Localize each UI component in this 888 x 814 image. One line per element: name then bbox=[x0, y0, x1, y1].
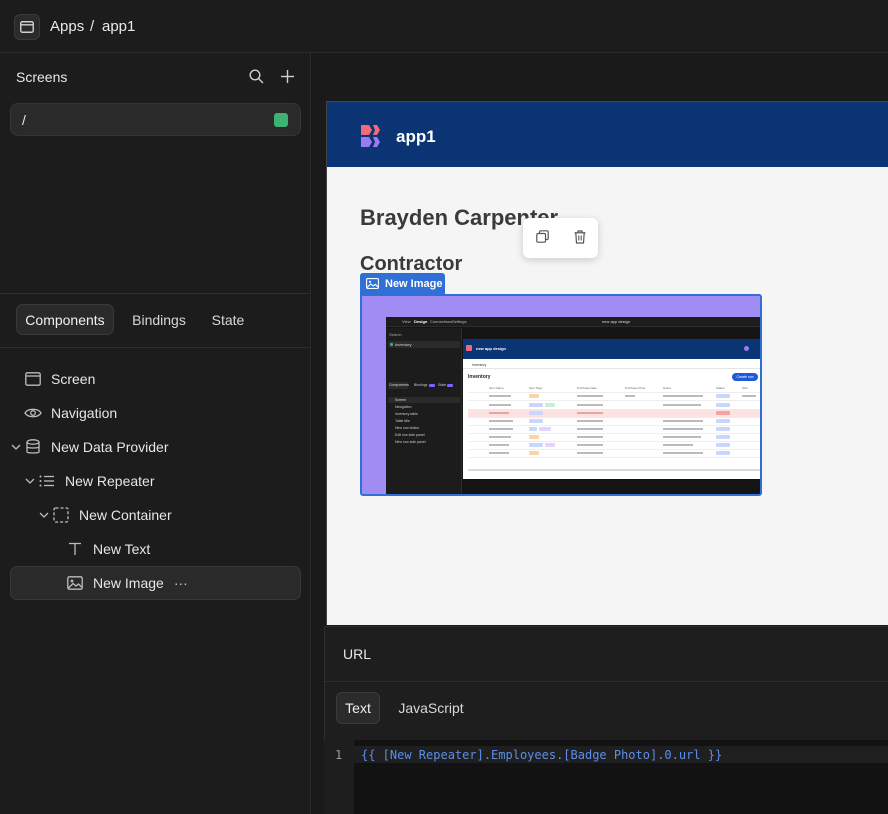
tree-item-label: New Image bbox=[93, 575, 164, 591]
mini-tab-state: State bbox=[438, 383, 447, 387]
mini-column-header: Status bbox=[716, 386, 725, 390]
trash-icon bbox=[574, 229, 585, 244]
mini-column-header: Purchase Price bbox=[625, 386, 646, 390]
mini-tab-connections: Connections bbox=[430, 319, 453, 324]
tree-item-label: New Text bbox=[93, 541, 151, 557]
tree-item-screen[interactable]: Screen bbox=[24, 362, 95, 396]
mini-column-header: Item Name bbox=[489, 386, 504, 390]
mini-tab-view: View bbox=[402, 319, 411, 324]
mini-tree-item: Inventory table bbox=[395, 412, 418, 416]
mini-tree-item: New row button bbox=[395, 426, 420, 430]
mini-tab-bindings: Bindings bbox=[414, 383, 428, 387]
tree-item-repeater[interactable]: New Repeater bbox=[24, 464, 155, 498]
tab-javascript-mode[interactable]: JavaScript bbox=[390, 692, 472, 724]
tree-item-label: New Container bbox=[79, 507, 172, 523]
mini-create-row-button: Create row bbox=[732, 373, 758, 381]
property-label-url: URL bbox=[343, 646, 372, 662]
tree-item-navigation[interactable]: Navigation bbox=[24, 396, 117, 430]
mini-app-title: new app design bbox=[476, 346, 507, 351]
delete-button[interactable] bbox=[574, 229, 586, 247]
tree-item-text[interactable]: New Text bbox=[66, 532, 150, 566]
mini-column-header: Item Tags bbox=[529, 386, 542, 390]
plus-icon bbox=[280, 69, 294, 83]
screen-icon bbox=[25, 372, 41, 386]
selected-component-label: New Image bbox=[360, 273, 445, 294]
chevron-down-icon[interactable] bbox=[24, 475, 36, 487]
tab-bindings[interactable]: Bindings bbox=[124, 304, 194, 335]
list-icon bbox=[39, 475, 54, 487]
tab-state[interactable]: State bbox=[204, 304, 252, 335]
mini-tree-item: Table title bbox=[395, 419, 410, 423]
mini-column-header: Purchase Date bbox=[577, 386, 597, 390]
tree-item-container[interactable]: New Container bbox=[38, 498, 172, 532]
preview-app-title: app1 bbox=[396, 127, 436, 146]
window-icon bbox=[20, 21, 34, 33]
screens-title: Screens bbox=[16, 69, 68, 85]
mini-nav-link: Inventory bbox=[472, 363, 487, 367]
badge-photo-screenshot: View Design Connections Settings new app… bbox=[386, 317, 760, 494]
binding-expression[interactable]: {{ [New Repeater].Employees.[Badge Photo… bbox=[361, 748, 722, 762]
breadcrumb-apps-link[interactable]: Apps bbox=[50, 18, 84, 35]
tab-components[interactable]: Components bbox=[16, 304, 114, 335]
tree-item-image[interactable]: New Image ··· bbox=[66, 566, 188, 600]
mini-tab-design: Design bbox=[414, 319, 428, 324]
image-icon bbox=[67, 576, 83, 590]
tree-item-label: New Data Provider bbox=[51, 439, 169, 455]
tree-item-data-provider[interactable]: New Data Provider bbox=[10, 430, 169, 464]
search-screens-button[interactable] bbox=[245, 65, 267, 87]
chevron-down-icon[interactable] bbox=[38, 509, 50, 521]
component-actions-toolbar bbox=[523, 218, 598, 258]
tree-item-label: Navigation bbox=[51, 405, 118, 421]
selected-image-component[interactable]: View Design Connections Settings new app… bbox=[360, 294, 762, 496]
screen-item-root[interactable] bbox=[10, 103, 301, 136]
mini-app-name: new app design bbox=[602, 319, 631, 324]
more-options-button[interactable]: ··· bbox=[174, 575, 188, 591]
line-number: 1 bbox=[335, 748, 343, 762]
screen-path: / bbox=[22, 112, 26, 128]
duplicate-button[interactable] bbox=[535, 230, 549, 246]
breadcrumb-separator: / bbox=[90, 18, 95, 35]
app-preview: app1 Brayden Carpenter Contractor New Im… bbox=[326, 101, 888, 625]
panel-divider bbox=[0, 293, 311, 294]
mini-tree-item: New row side panel bbox=[395, 440, 426, 444]
tree-item-label: New Repeater bbox=[65, 473, 155, 489]
database-icon bbox=[26, 439, 40, 454]
text-icon bbox=[69, 542, 81, 555]
dashed-square-icon bbox=[53, 507, 69, 523]
app-logo-icon bbox=[361, 125, 380, 147]
selected-component-name: New Image bbox=[385, 277, 443, 290]
mini-tree-item: Navigation bbox=[395, 405, 412, 409]
tab-text-mode[interactable]: Text bbox=[336, 692, 380, 724]
image-icon bbox=[366, 278, 379, 289]
app-switcher-button[interactable] bbox=[14, 14, 40, 40]
editor-divider bbox=[324, 681, 888, 682]
mini-column-header: Notes bbox=[663, 386, 671, 390]
tree-item-label: Screen bbox=[51, 371, 96, 387]
mini-tab-settings: Settings bbox=[452, 319, 467, 324]
breadcrumb-app: app1 bbox=[102, 18, 136, 35]
search-icon bbox=[248, 68, 263, 83]
screen-status-indicator bbox=[274, 113, 288, 127]
mini-section-title: Inventory bbox=[468, 374, 491, 380]
mini-tree-item: Edit row side panel bbox=[395, 433, 425, 437]
mini-column-header: Size bbox=[742, 386, 748, 390]
duplicate-icon bbox=[535, 230, 549, 243]
add-screen-button[interactable] bbox=[276, 65, 298, 87]
mini-screen-item: Inventory bbox=[395, 342, 412, 347]
mini-tree-item: Screen bbox=[395, 398, 407, 402]
chevron-down-icon[interactable] bbox=[10, 441, 22, 453]
mini-tab-components: Components bbox=[389, 383, 409, 387]
mini-search: Search bbox=[389, 332, 402, 337]
tabs-divider bbox=[0, 347, 311, 348]
eye-icon bbox=[24, 408, 42, 418]
